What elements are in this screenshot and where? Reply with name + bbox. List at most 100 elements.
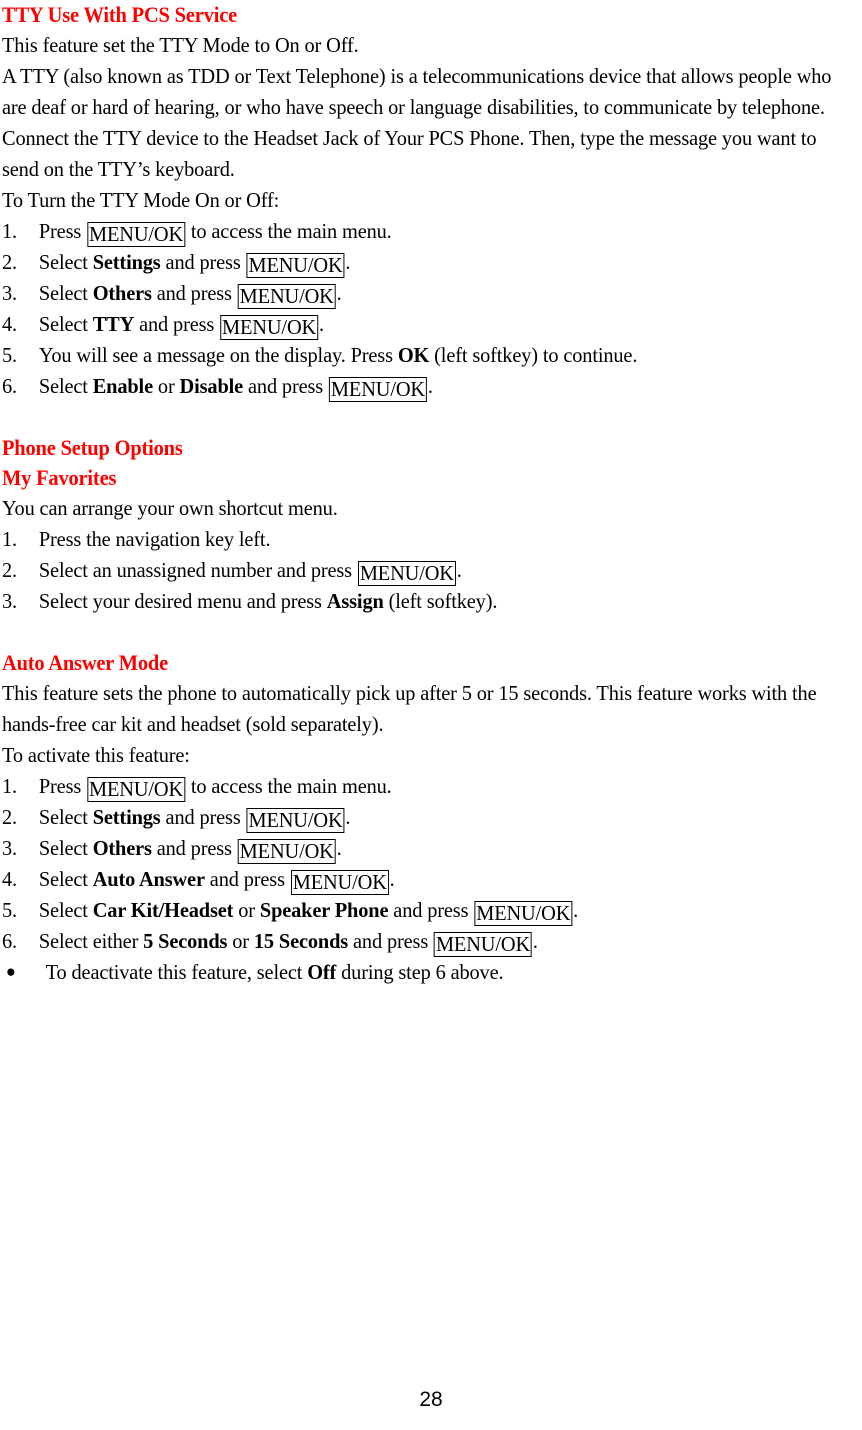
step-number: 2. <box>2 805 17 829</box>
step-text-post: . <box>336 281 342 305</box>
tty-paragraph-1: This feature set the TTY Mode to On or O… <box>2 33 359 57</box>
list-item: 1. Press MENU/OK to access the main menu. <box>2 216 834 247</box>
key-menu-ok[interactable]: MENU/OK <box>246 808 345 833</box>
list-item: 6. Select Enable or Disable and press MEN… <box>2 371 834 402</box>
menu-label-enable: Enable <box>92 374 153 398</box>
phone-setup-paragraph-1: You can arrange your own shortcut menu. <box>2 496 338 520</box>
page-number: 28 <box>419 1388 443 1411</box>
list-item: 2. Select an unassigned number and press … <box>2 555 834 586</box>
step-text-mid: and press <box>348 929 434 953</box>
step-text-pre: Press the navigation key left. <box>38 527 271 551</box>
step-number: 1. <box>2 774 17 798</box>
menu-label-tty: TTY <box>92 312 135 336</box>
step-number: 1. <box>2 527 17 551</box>
step-text-pre: Select an unassigned number and press <box>38 558 357 582</box>
step-number: 4. <box>2 312 17 336</box>
note-text-pre: To deactivate this feature, select <box>45 960 308 984</box>
section-heading-auto-answer-mode: Auto Answer Mode <box>2 650 169 675</box>
step-text-mid: and press <box>134 312 220 336</box>
key-menu-ok[interactable]: MENU/OK <box>87 777 185 802</box>
key-menu-ok[interactable]: MENU/OK <box>87 222 185 247</box>
key-menu-ok[interactable]: MENU/OK <box>220 315 319 340</box>
step-text-mid: and press <box>151 281 237 305</box>
list-item: 4. Select TTY and press MENU/OK. <box>2 309 834 340</box>
menu-label-auto-answer: Auto Answer <box>92 867 205 891</box>
menu-label-15-seconds: 15 Seconds <box>253 929 349 953</box>
step-text-mid: and press <box>160 805 246 829</box>
step-text-mid: and press <box>204 867 290 891</box>
step-text-post: . <box>336 836 342 860</box>
auto-answer-steps-list: 1. Press MENU/OK to access the main menu.… <box>2 771 860 957</box>
step-text-post: . <box>389 867 395 891</box>
key-menu-ok[interactable]: MENU/OK <box>237 839 336 864</box>
step-text-mid: and press <box>151 836 237 860</box>
step-text-pre: Select either <box>38 929 144 953</box>
auto-answer-paragraph-1: This feature sets the phone to automatic… <box>2 681 817 736</box>
key-menu-ok[interactable]: MENU/OK <box>434 932 532 957</box>
step-text-mid: to access the main menu. <box>185 774 392 798</box>
step-text-pre: Select <box>38 281 93 305</box>
step-text-mid: and press <box>160 250 246 274</box>
step-text-post: . <box>427 374 433 398</box>
step-text-pre: Select your desired menu and press <box>38 589 327 613</box>
key-menu-ok[interactable]: MENU/OK <box>246 253 345 278</box>
key-menu-ok[interactable]: MENU/OK <box>290 870 389 895</box>
list-item: 1. Press MENU/OK to access the main menu. <box>2 771 834 802</box>
step-text-pre: Select <box>38 836 93 860</box>
step-text-pre: Press <box>38 219 87 243</box>
key-menu-ok[interactable]: MENU/OK <box>357 561 456 586</box>
list-item: 6. Select either 5 Seconds or 15 Seconds … <box>2 926 834 957</box>
step-number: 6. <box>2 929 17 953</box>
step-text-post: . <box>345 805 351 829</box>
menu-label-car-kit-headset: Car Kit/Headset <box>92 898 234 922</box>
step-text-pre: Select <box>38 867 93 891</box>
my-favorites-steps-list: 1. Press the navigation key left. 2. Selec… <box>2 524 860 617</box>
step-number: 3. <box>2 281 17 305</box>
menu-label-settings: Settings <box>92 250 161 274</box>
auto-answer-paragraph-2: To activate this feature: <box>2 743 190 767</box>
list-item: 2. Select Settings and press MENU/OK. <box>2 247 834 278</box>
note-text-post: during step 6 above. <box>336 960 504 984</box>
list-item: 4. Select Auto Answer and press MENU/OK. <box>2 864 834 895</box>
step-text-mid: and press <box>243 374 329 398</box>
note-deactivate: ● To deactivate this feature, select Off … <box>2 957 834 988</box>
step-text-post: . <box>532 929 538 953</box>
section-heading-phone-setup-options: Phone Setup Options <box>2 435 183 460</box>
step-text-post: . <box>318 312 324 336</box>
menu-label-others: Others <box>92 281 152 305</box>
step-number: 5. <box>2 343 17 367</box>
bullet-icon: ● <box>5 962 16 981</box>
step-text-mid: (left softkey) to continue. <box>429 343 638 367</box>
step-text-post: . <box>345 250 351 274</box>
menu-label-others: Others <box>92 836 152 860</box>
menu-label-disable: Disable <box>179 374 244 398</box>
step-number: 2. <box>2 558 17 582</box>
list-item: 3. Select your desired menu and press Ass… <box>2 586 834 617</box>
key-menu-ok[interactable]: MENU/OK <box>474 901 573 926</box>
softkey-label-ok: OK <box>397 343 430 367</box>
tty-paragraph-2: A TTY (also known as TDD or Text Telepho… <box>2 64 832 181</box>
step-number: 1. <box>2 219 17 243</box>
key-menu-ok[interactable]: MENU/OK <box>237 284 336 309</box>
step-text-conjunction: or <box>227 929 254 953</box>
step-text-mid: and press <box>388 898 474 922</box>
step-number: 3. <box>2 836 17 860</box>
step-number: 4. <box>2 867 17 891</box>
step-text-pre: Press <box>38 774 87 798</box>
tty-steps-list: 1. Press MENU/OK to access the main menu.… <box>2 216 860 402</box>
step-text-post: . <box>573 898 579 922</box>
step-text-post: . <box>456 558 462 582</box>
step-number: 3. <box>2 589 17 613</box>
list-item: 3. Select Others and press MENU/OK. <box>2 833 834 864</box>
menu-label-off: Off <box>307 960 337 984</box>
list-item: 5. Select Car Kit/Headset or Speaker Phon… <box>2 895 834 926</box>
document-page: TTY Use With PCS Service This feature se… <box>0 0 862 1430</box>
step-text-pre: You will see a message on the display. P… <box>38 343 398 367</box>
key-menu-ok[interactable]: MENU/OK <box>328 377 427 402</box>
step-text-pre: Select <box>38 374 93 398</box>
section-heading-tty: TTY Use With PCS Service <box>2 2 237 27</box>
step-text-mid: to access the main menu. <box>185 219 392 243</box>
menu-label-settings: Settings <box>92 805 161 829</box>
menu-label-speaker-phone: Speaker Phone <box>259 898 389 922</box>
